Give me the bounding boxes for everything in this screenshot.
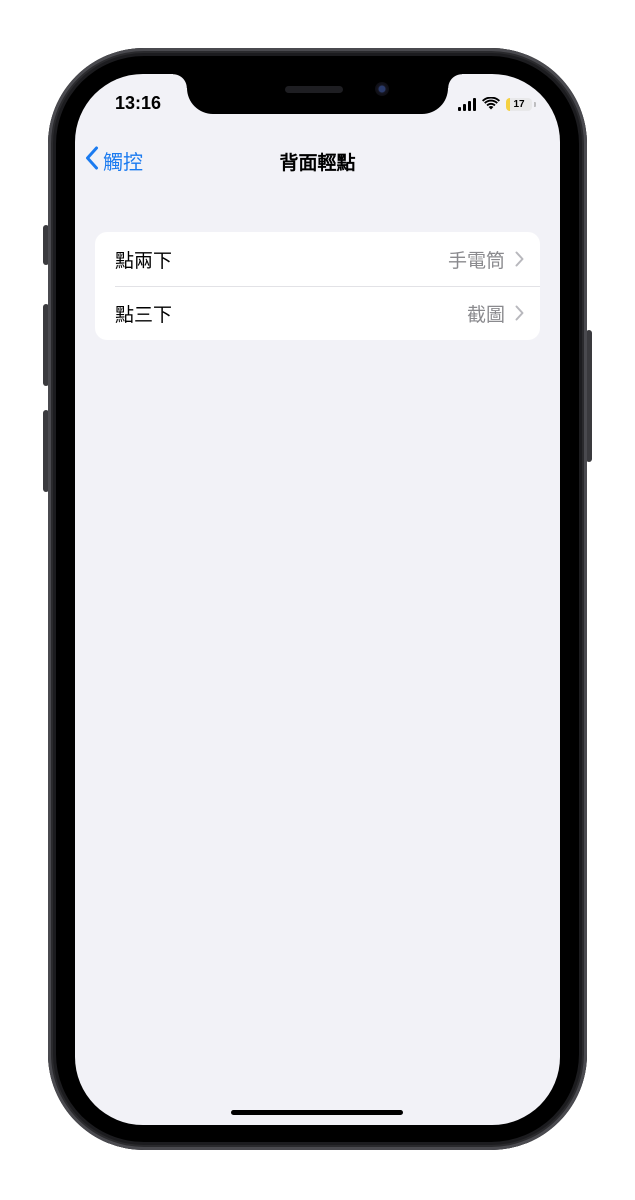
phone-screen: 13:16 17 觸控 背面輕點 點兩下 手電筒 點三下 截圖 — [75, 74, 560, 1125]
list-item-label: 點三下 — [115, 303, 173, 326]
list-item-triple-tap[interactable]: 點三下 截圖 — [95, 286, 540, 340]
cellular-signal-icon — [458, 98, 476, 111]
notch — [173, 74, 462, 114]
battery-icon: 17 — [506, 98, 532, 111]
front-camera — [375, 82, 389, 96]
earpiece-speaker — [285, 86, 343, 93]
battery-percent: 17 — [513, 99, 525, 110]
list-item-value: 手電筒 — [447, 249, 505, 272]
battery-fill — [506, 98, 511, 111]
wifi-icon — [482, 95, 500, 114]
chevron-right-icon — [515, 305, 524, 321]
page-title: 背面輕點 — [279, 152, 356, 174]
list-item-label: 點兩下 — [115, 249, 173, 272]
back-tap-options-list: 點兩下 手電筒 點三下 截圖 — [95, 232, 540, 340]
chevron-right-icon — [515, 251, 524, 267]
list-item-value: 截圖 — [466, 303, 505, 326]
battery-tip — [534, 102, 536, 107]
status-time: 13:16 — [115, 93, 162, 113]
home-indicator[interactable] — [231, 1110, 403, 1115]
status-icons: 17 — [458, 95, 536, 114]
list-item-double-tap[interactable]: 點兩下 手電筒 — [95, 232, 540, 286]
